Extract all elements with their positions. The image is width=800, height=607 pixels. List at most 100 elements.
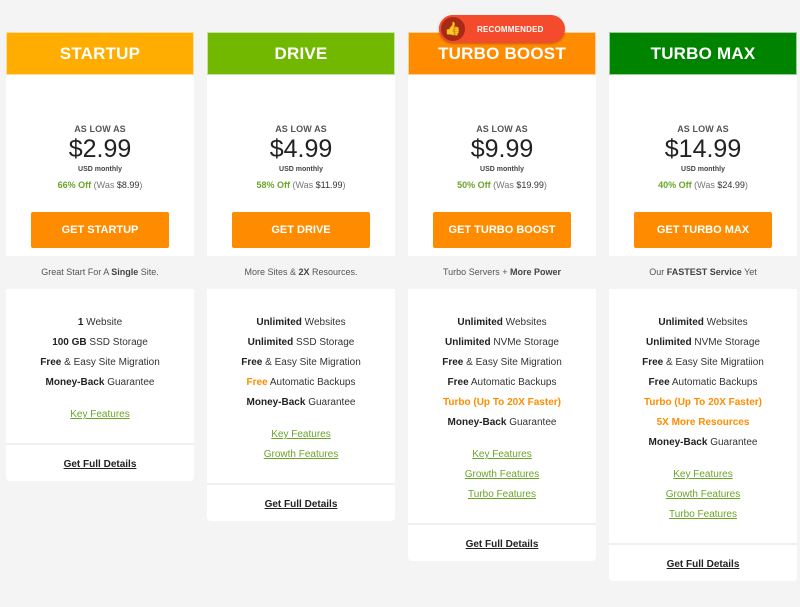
growth-features-link[interactable]: Growth Features: [408, 465, 596, 485]
plan-name: DRIVE: [274, 43, 328, 63]
feature-list: Unlimited Websites Unlimited NVMe Storage…: [408, 289, 596, 523]
feature-item: Money-Back Guarantee: [609, 433, 797, 453]
feature-highlight: Free: [642, 357, 664, 368]
feature-highlight: Free: [648, 377, 670, 388]
discount-info: 58% Off (Was $11.99): [207, 180, 395, 190]
feature-item: Free & Easy Site Migratiion: [609, 353, 797, 373]
feature-text: Website: [83, 317, 123, 328]
feature-item: Unlimited Websites: [609, 313, 797, 333]
feature-item: 5X More Resources: [656, 417, 750, 428]
get-turbo-max-button[interactable]: GET TURBO MAX: [634, 212, 772, 248]
discount-percent: 50% Off: [457, 180, 491, 190]
plan-header: TURBO MAX: [609, 32, 797, 75]
feature-text: Websites: [502, 317, 547, 328]
discount-percent: 40% Off: [658, 180, 692, 190]
feature-links: Key Features Growth Features Turbo Feature…: [408, 433, 596, 523]
key-features-link[interactable]: Key Features: [408, 445, 596, 465]
plan-tagline: More Sites & 2X Resources.: [207, 256, 395, 289]
was-close: ): [139, 180, 143, 190]
as-low-as-label: AS LOW AS: [476, 124, 528, 134]
was-price: $8.99: [116, 180, 140, 190]
discount-info: 40% Off (Was $24.99): [609, 180, 797, 190]
feature-list: Unlimited Websites Unlimited NVMe Storage…: [609, 289, 797, 543]
feature-item: Money-Back Guarantee: [207, 393, 395, 413]
feature-item: Free & Easy Site Migration: [408, 353, 596, 373]
feature-text: Guarantee: [506, 417, 557, 428]
feature-highlight: Money-Back: [246, 397, 306, 408]
feature-text: Websites: [703, 317, 748, 328]
tagline-text: Resources.: [309, 267, 358, 277]
plan-card-drive: DRIVE AS LOW AS $4.99 USD monthly 58% Of…: [207, 32, 395, 521]
feature-highlight: Unlimited: [247, 337, 294, 348]
plan-tagline: Our FASTEST Service Yet: [609, 256, 797, 289]
was-price: $11.99: [315, 180, 343, 190]
feature-text: Automatic Backups: [468, 377, 557, 388]
feature-list: 1 Website 100 GB SSD Storage Free & Easy S…: [6, 289, 194, 443]
key-features-link[interactable]: Key Features: [609, 465, 797, 485]
get-full-details-link[interactable]: Get Full Details: [265, 499, 338, 510]
was-label: (Was: [93, 180, 115, 190]
as-low-as-label: AS LOW AS: [74, 124, 126, 134]
feature-item: Money-Back Guarantee: [408, 413, 596, 433]
feature-text: & Easy Site Migration: [61, 357, 160, 368]
get-full-details-link[interactable]: Get Full Details: [64, 459, 137, 470]
billing-period: USD monthly: [681, 166, 725, 173]
get-startup-button[interactable]: GET STARTUP: [31, 212, 169, 248]
feature-highlight: Money-Back: [45, 377, 105, 388]
feature-item: Free & Easy Site Migration: [207, 353, 395, 373]
feature-highlight: Unlimited: [445, 337, 491, 348]
feature-text: & Easy Site Migration: [262, 357, 361, 368]
plan-name: TURBO MAX: [650, 43, 756, 63]
tagline-bold: More Power: [509, 267, 561, 277]
get-full-details-link[interactable]: Get Full Details: [667, 559, 740, 570]
feature-highlight: Unlimited: [256, 317, 302, 328]
feature-text: & Easy Site Migratiion: [663, 357, 764, 368]
price: $4.99: [269, 135, 333, 163]
was-label: (Was: [694, 180, 715, 190]
pricing-plans: STARTUP AS LOW AS $2.99 USD monthly 66% …: [6, 15, 797, 581]
was-price: $19.99: [516, 180, 544, 190]
plan-header: STARTUP: [6, 32, 194, 75]
was-label: (Was: [493, 180, 514, 190]
feature-item: Unlimited NVMe Storage: [609, 333, 797, 353]
feature-item: Free Automatic Backups: [207, 373, 395, 393]
feature-highlight: Free: [447, 377, 469, 388]
get-turbo-boost-button[interactable]: GET TURBO BOOST: [433, 212, 571, 248]
feature-item: 100 GB SSD Storage: [6, 333, 194, 353]
price: $2.99: [68, 135, 132, 163]
details-footer: Get Full Details: [207, 483, 395, 521]
tagline-text: Great Start For A: [41, 267, 112, 277]
details-footer: Get Full Details: [6, 443, 194, 481]
plan-tagline: Great Start For A Single Site.: [6, 256, 194, 289]
was-close: ): [543, 180, 547, 190]
was-close: ): [342, 180, 346, 190]
thumbs-up-icon: 👍: [439, 15, 467, 43]
feature-links: Key Features Growth Features: [207, 413, 395, 483]
price-section: AS LOW AS $4.99 USD monthly 58% Off (Was…: [207, 75, 395, 256]
feature-text: NVMe Storage: [691, 337, 760, 348]
feature-highlight: Free: [40, 357, 62, 368]
feature-highlight: Money-Back: [447, 417, 507, 428]
get-drive-button[interactable]: GET DRIVE: [232, 212, 370, 248]
tagline-text: Yet: [741, 267, 757, 277]
growth-features-link[interactable]: Growth Features: [207, 445, 395, 465]
key-features-link[interactable]: Key Features: [207, 425, 395, 445]
billing-period: USD monthly: [279, 166, 323, 173]
details-footer: Get Full Details: [609, 543, 797, 581]
price: $9.99: [470, 135, 534, 163]
feature-text: Websites: [301, 317, 346, 328]
feature-links: Key Features Growth Features Turbo Feature…: [609, 453, 797, 543]
feature-highlight: Unlimited: [658, 317, 704, 328]
feature-item: Unlimited SSD Storage: [207, 333, 395, 353]
feature-text: & Easy Site Migration: [463, 357, 562, 368]
feature-text: SSD Storage: [86, 337, 148, 348]
get-full-details-link[interactable]: Get Full Details: [466, 539, 539, 550]
growth-features-link[interactable]: Growth Features: [609, 485, 797, 505]
turbo-features-link[interactable]: Turbo Features: [408, 485, 596, 505]
plan-name: TURBO BOOST: [438, 43, 566, 63]
feature-text: Guarantee: [707, 437, 758, 448]
key-features-link[interactable]: Key Features: [6, 405, 194, 425]
billing-period: USD monthly: [78, 166, 122, 173]
turbo-features-link[interactable]: Turbo Features: [609, 505, 797, 525]
feature-list: Unlimited Websites Unlimited SSD Storage F…: [207, 289, 395, 483]
